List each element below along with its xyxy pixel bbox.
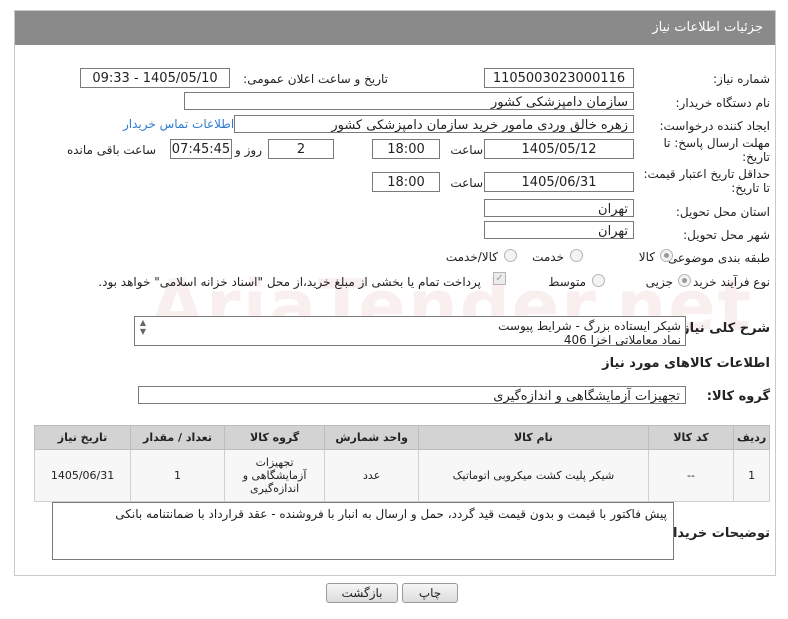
radio-goods-service-label: کالا/خدمت	[445, 250, 498, 264]
goods-group-field: تجهیزات آزمایشگاهی و اندازه‌گیری	[138, 386, 686, 404]
general-description-line-1: شیکر ایستاده بزرگ - شرایط پیوست	[498, 319, 681, 333]
price-validity-time-field: 18:00	[372, 172, 440, 192]
cell-name: شیکر پلیت کشت میکروبی اتوماتیک	[418, 449, 649, 502]
need-number-field: 1105003023000116	[484, 68, 634, 88]
buyer-org-label: نام دستگاه خریدار:	[675, 96, 771, 110]
delivery-city-field: تهران	[484, 221, 634, 239]
need-number-label: شماره نیاز:	[713, 72, 770, 86]
price-validity-time-label: ساعت	[450, 176, 483, 190]
radio-service-label: خدمت	[532, 250, 564, 264]
items-table: ردیف کد کالا نام کالا واحد شمارش گروه کا…	[33, 425, 770, 502]
table-row: 1 -- شیکر پلیت کشت میکروبی اتوماتیک عدد …	[33, 449, 770, 502]
radio-medium[interactable]	[592, 274, 605, 287]
reply-deadline-label-2: تاریخ:	[742, 150, 770, 164]
price-validity-label-2: تا تاریخ:	[731, 181, 770, 195]
general-description-line-2: نماد معاملاتی اخزا 406	[563, 333, 681, 347]
reply-deadline-time-field: 18:00	[372, 139, 440, 159]
col-group: گروه کالا	[223, 425, 326, 450]
scroll-up-icon[interactable]: ▲ ▼	[136, 318, 150, 336]
goods-group-label: گروه کالا:	[706, 389, 770, 404]
cell-group: تجهیزات آزمایشگاهی و اندازه‌گیری	[223, 449, 326, 502]
price-validity-date-field: 1405/06/31	[484, 172, 634, 192]
cell-qty: 1	[130, 449, 225, 502]
radio-minor[interactable]	[678, 274, 691, 287]
delivery-province-field: تهران	[484, 199, 634, 217]
cell-unit: عدد	[324, 449, 420, 502]
announce-datetime-field: 1405/05/10 - 09:33	[80, 68, 230, 88]
col-date: تاریخ نیاز	[33, 425, 132, 450]
col-unit: واحد شمارش	[324, 425, 420, 450]
radio-medium-label: متوسط	[548, 275, 586, 289]
buyer-notes-field: پیش فاکتور با قیمت و بدون قیمت قید گردد،…	[52, 502, 674, 560]
announce-datetime-label: تاریخ و ساعت اعلان عمومی:	[243, 72, 388, 86]
print-button[interactable]: چاپ	[402, 583, 458, 603]
reply-time-label: ساعت	[450, 143, 483, 157]
days-label: روز و	[235, 143, 262, 157]
radio-minor-label: جزیی	[645, 275, 673, 289]
treasury-payment-checkbox[interactable]: ✓	[493, 272, 506, 285]
purchase-process-label: نوع فرآیند خرید :	[685, 275, 770, 289]
cell-date: 1405/06/31	[33, 449, 132, 502]
cell-code: --	[647, 449, 735, 502]
buyer-org-field: سازمان دامپزشکی کشور	[184, 92, 634, 110]
general-description-label: شرح کلی نیاز:	[676, 321, 770, 336]
price-validity-label: حداقل تاریخ اعتبار قیمت:	[643, 167, 770, 181]
col-row: ردیف	[733, 425, 770, 450]
col-qty: تعداد / مقدار	[130, 425, 225, 450]
radio-goods-label: کالا	[638, 250, 655, 264]
reply-deadline-date-field: 1405/05/12	[484, 139, 634, 159]
remaining-time-label: ساعت باقی مانده	[66, 143, 156, 157]
col-name: نام کالا	[418, 425, 649, 450]
back-button[interactable]: بازگشت	[326, 583, 398, 603]
radio-goods[interactable]	[660, 249, 673, 262]
col-code: کد کالا	[647, 425, 735, 450]
cell-row: 1	[733, 449, 770, 502]
radio-service[interactable]	[570, 249, 583, 262]
remaining-days-field: 2	[268, 139, 334, 159]
subject-category-label: طبقه بندی موضوعی:	[663, 251, 770, 265]
remaining-time-field: 07:45:45	[170, 139, 232, 159]
delivery-city-label: شهر محل تحویل:	[683, 228, 770, 242]
requester-field: زهره خالق وردی مامور خرید سازمان دامپزشک…	[234, 115, 634, 133]
buyer-contact-link[interactable]: اطلاعات تماس خریدار	[123, 117, 234, 131]
delivery-province-label: استان محل تحویل:	[675, 205, 770, 219]
goods-info-title: اطلاعات کالاهای مورد نیاز	[602, 356, 770, 371]
panel-title: جزئیات اطلاعات نیاز	[652, 20, 763, 35]
panel-header: جزئیات اطلاعات نیاز	[15, 11, 775, 45]
requester-label: ایجاد کننده درخواست:	[659, 119, 770, 133]
general-description-field: شیکر ایستاده بزرگ - شرایط پیوست نماد معا…	[134, 316, 686, 347]
buyer-notes-label: توضیحات خریدار:	[660, 526, 770, 541]
reply-deadline-label: مهلت ارسال پاسخ: تا	[663, 136, 770, 150]
treasury-payment-note: پرداخت تمام یا بخشی از مبلغ خرید،از محل …	[98, 275, 481, 289]
radio-goods-service[interactable]	[504, 249, 517, 262]
